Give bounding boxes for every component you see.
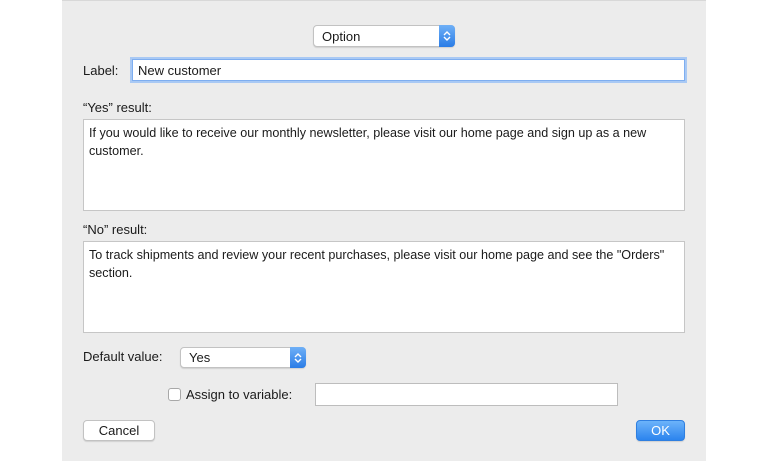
default-value-selected: Yes [189, 350, 211, 365]
chevron-updown-icon [290, 347, 306, 368]
option-type-popup[interactable]: Option [313, 25, 455, 47]
option-dialog: Option Label: New customer “Yes” result:… [62, 0, 706, 461]
assign-variable-checkbox[interactable] [168, 388, 181, 401]
ok-button[interactable]: OK [636, 420, 685, 441]
yes-result-textarea[interactable]: If you would like to receive our monthly… [83, 119, 685, 211]
yes-result-label: “Yes” result: [83, 100, 152, 115]
cancel-button[interactable]: Cancel [83, 420, 155, 441]
default-value-popup[interactable]: Yes [180, 347, 306, 368]
assign-variable-label: Assign to variable: [186, 387, 293, 402]
no-result-textarea[interactable]: To track shipments and review your recen… [83, 241, 685, 333]
default-value-label: Default value: [83, 349, 163, 364]
chevron-updown-icon [439, 25, 455, 47]
assign-variable-input[interactable] [315, 383, 618, 406]
label-input[interactable]: New customer [132, 59, 685, 81]
label-field-label: Label: [83, 63, 119, 78]
no-result-label: “No” result: [83, 222, 148, 237]
option-type-value: Option [322, 28, 361, 44]
label-input-value: New customer [138, 63, 222, 78]
